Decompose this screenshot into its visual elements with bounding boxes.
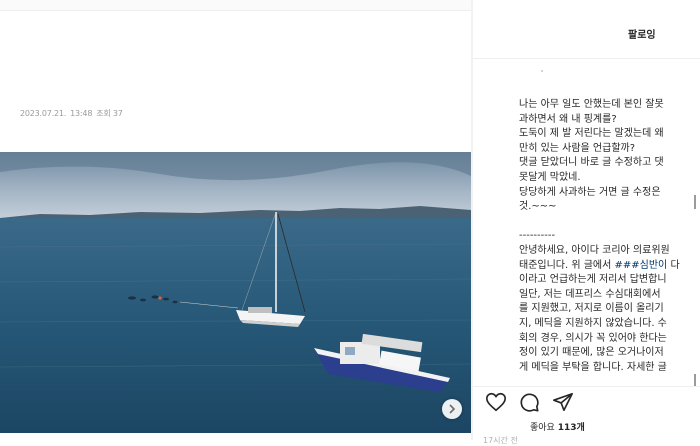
caption-line: ---------- xyxy=(519,230,556,242)
caption-line: 못달게 막았네. xyxy=(519,171,581,183)
caption-line: 만히 있는 사람을 언급할까? xyxy=(519,142,636,154)
caption-line: 태준입니다. 위 글에서 ###심반이 다 xyxy=(519,259,680,271)
following-button[interactable]: 팔로잉 xyxy=(628,26,656,41)
side-header: 팔로잉 xyxy=(473,0,700,59)
caption-line: 댓글 닫았더니 바로 글 수정하고 댓 xyxy=(519,157,664,169)
caption-line: 것.~~~ xyxy=(519,201,557,213)
caption-line: 당당하게 사과하는 거면 글 수정은 xyxy=(519,186,661,198)
caption-line: 를 지원했고, 저지로 이름이 올리기 xyxy=(519,303,664,315)
post-meta: 2023.07.21. 13:48 조회 37 xyxy=(20,108,127,119)
post-date: 2023.07.21. xyxy=(20,109,67,118)
caption-line: 회의 경우, 의시가 꼭 있어야 한다는 xyxy=(519,332,667,344)
share-icon[interactable] xyxy=(552,391,574,413)
header-dot xyxy=(541,70,543,72)
chevron-right-icon xyxy=(449,404,456,414)
scroll-indicator-lower[interactable] xyxy=(694,374,696,386)
action-bar: 좋아요 113개 17시간 전 xyxy=(473,386,700,445)
comment-icon[interactable] xyxy=(518,391,540,413)
post-caption: 나는 아무 일도 안했는데 본인 잘못과하면서 왜 내 핑계를? 도둑이 제 발 … xyxy=(519,98,700,386)
post-views: 조회 37 xyxy=(96,109,123,118)
post-side-panel: 팔로잉 나는 아무 일도 안했는데 본인 잘못과하면서 왜 내 핑계를? 도둑이 … xyxy=(473,0,700,445)
post-top-strip xyxy=(0,0,471,11)
likes-number: 113개 xyxy=(557,423,585,433)
sea-boats-image xyxy=(0,152,471,433)
caption-line: 안녕하세요, 아이다 코리아 의료위원 xyxy=(519,244,670,256)
caption-line xyxy=(519,215,700,230)
caption-line: 이라고 언급하는게 저리서 답변합니 xyxy=(519,274,667,286)
post-column: 2023.07.21. 13:48 조회 37 xyxy=(0,0,471,440)
caption-line: 일단, 저는 데프리스 수심대회에서 xyxy=(519,288,661,300)
caption-line: 게 메딕을 부탁을 합니다. 자세한 글 xyxy=(519,361,667,373)
caption-line: 지, 메딕을 지원하지 않았습니다. 수 xyxy=(519,317,667,329)
scroll-indicator[interactable] xyxy=(694,195,696,209)
caption-line: 과하면서 왜 내 핑계를? xyxy=(519,113,617,125)
likes-count[interactable]: 좋아요 113개 xyxy=(530,420,585,433)
caption-line: 나는 아무 일도 안했는데 본인 잘못 xyxy=(519,99,664,110)
heart-icon[interactable] xyxy=(485,391,507,413)
post-time-ago: 17시간 전 xyxy=(483,436,518,445)
caption-line: 도둑이 제 발 저린다는 말겠는데 왜 xyxy=(519,128,664,140)
next-image-button[interactable] xyxy=(442,399,462,419)
caption-line: 정이 있기 때문에, 많은 오거나이저 xyxy=(519,347,664,359)
post-time: 13:48 xyxy=(70,109,93,118)
mention-link[interactable]: ###심반이 xyxy=(615,260,668,271)
post-photo xyxy=(0,152,471,433)
likes-label: 좋아요 xyxy=(530,423,555,433)
